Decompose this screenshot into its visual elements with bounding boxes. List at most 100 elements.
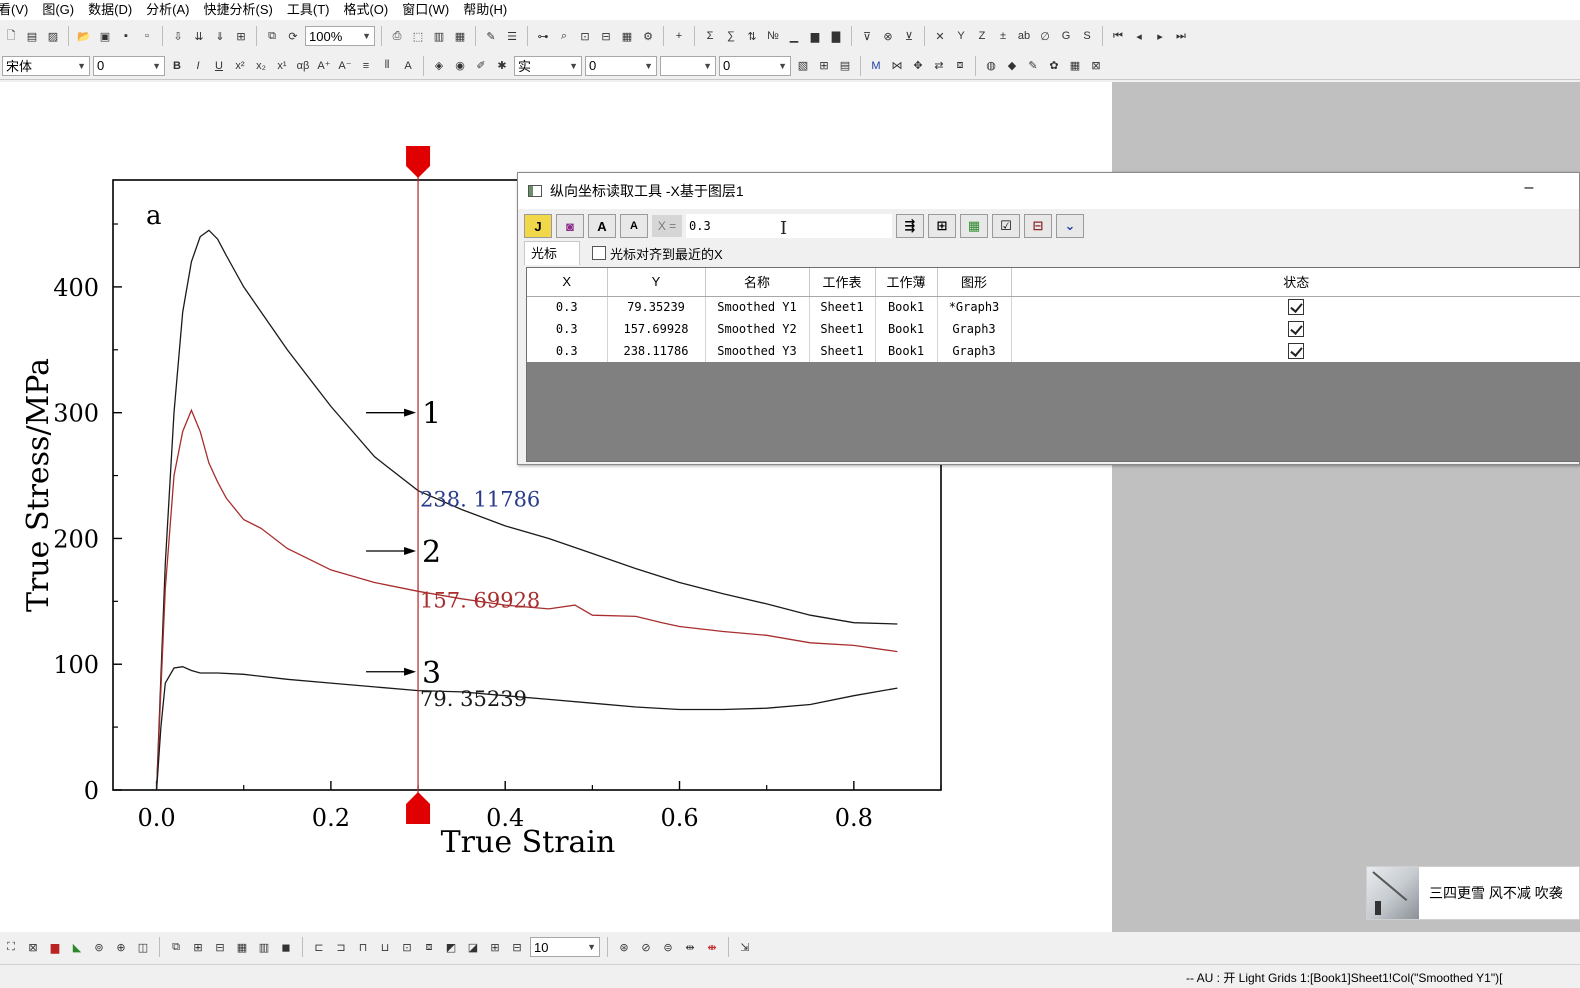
menu-data[interactable]: 数据(D) [82,0,140,20]
layer-icon[interactable]: ⧈ [951,57,969,75]
histogram-icon[interactable]: ▁ [785,27,803,45]
new-project-icon[interactable]: 🗋 [2,27,20,45]
col-header-graph[interactable]: 图形 [937,268,1012,297]
col-header-status[interactable]: 状态 [1011,268,1580,297]
row-numbers-icon[interactable]: № [764,27,782,45]
unmerge-icon[interactable]: ⋈ [888,57,906,75]
import-wizard-icon[interactable]: ⇓ [211,27,229,45]
align-right-icon[interactable]: ⊐ [332,938,350,956]
run-icon[interactable]: ⇶ [896,214,924,238]
font-size-combo[interactable]: 0 ▼ [93,55,165,76]
hatch-icon[interactable]: ▧ [794,57,812,75]
export-to-sheet-icon[interactable]: ▦ [960,214,988,238]
prev-icon[interactable]: ◂ [1130,27,1148,45]
swap-mask-icon[interactable]: ⊜ [659,938,677,956]
area-plot-icon[interactable]: ◣ [68,938,86,956]
clear-icon[interactable]: ✕ [931,27,949,45]
align-left-icon[interactable]: ⊏ [310,938,328,956]
subgroup-icon[interactable]: S [1078,27,1096,45]
screen-reader-icon[interactable]: ⊡ [576,27,594,45]
bar-plot-icon[interactable]: ▆ [46,938,64,956]
results-log-icon[interactable]: ☰ [503,27,521,45]
settings-icon[interactable]: ⊟ [1024,214,1052,238]
calendar-icon[interactable]: ▦ [618,27,636,45]
merge-icon[interactable]: M [867,57,885,75]
next-icon[interactable]: ▸ [1151,27,1169,45]
template-icon[interactable]: ▥ [255,938,273,956]
mask-range-icon[interactable]: ⇹ [681,938,699,956]
add-column-icon[interactable]: + [670,27,688,45]
statistics-plot-icon[interactable]: ⊕ [112,938,130,956]
worksheet-info-icon[interactable]: ⊟ [597,27,615,45]
menu-view[interactable]: 看(V) [0,0,36,20]
first-icon[interactable]: ⏮ [1109,27,1127,45]
import-icon[interactable]: ⇩ [169,27,187,45]
palette-icon[interactable]: ✿ [1045,57,1063,75]
sort-icon[interactable]: ⇅ [743,27,761,45]
3d-plot-icon[interactable]: ◫ [134,938,152,956]
align-icon[interactable]: ≡ [357,57,375,75]
table-row[interactable]: 0.3 157.69928 Smoothed Y2 Sheet1 Book1 G… [527,318,1580,340]
status-checkbox[interactable] [1288,299,1305,316]
pattern-color-icon[interactable]: ◉ [451,57,469,75]
x-value-input[interactable] [686,214,892,238]
object-manager-icon[interactable]: ◍ [982,57,1000,75]
arrange-icon[interactable]: ⊠ [1087,57,1105,75]
import-excel-icon[interactable]: ⊞ [232,27,250,45]
col-header-sheet[interactable]: 工作表 [809,268,876,297]
project-explorer-icon[interactable]: ⊶ [534,27,552,45]
print-icon[interactable]: ⎙ [388,27,406,45]
menu-graph[interactable]: 图(G) [36,0,82,20]
font-color-icon[interactable]: A [399,57,417,75]
new-graph-icon[interactable]: ▨ [44,27,62,45]
mask-point-icon[interactable]: ⇼ [703,938,721,956]
fill-icon[interactable]: ◼ [277,938,295,956]
new-worksheet-icon[interactable]: ▤ [23,27,41,45]
bar-chart-icon[interactable]: ▆ [806,27,824,45]
fill-color-icon[interactable]: ◈ [430,57,448,75]
align-center-icon[interactable]: ⊡ [398,938,416,956]
tab-cursor[interactable]: 光标 [524,241,581,265]
symbol-size-combo[interactable]: 0 ▼ [719,55,791,76]
layout-icon[interactable]: ▥ [430,27,448,45]
layer-tool-icon[interactable]: ⧉ [167,938,185,956]
mask-icon[interactable]: ⊛ [615,938,633,956]
menu-analysis[interactable]: 分析(A) [140,0,197,20]
last-icon[interactable]: ⏭ [1172,27,1190,45]
notes-icon[interactable]: ✎ [482,27,500,45]
table-row[interactable]: 0.3 79.35239 Smoothed Y1 Sheet1 Book1 *G… [527,296,1580,318]
menu-help[interactable]: 帮助(H) [457,0,515,20]
col-header-y[interactable]: Y [607,268,706,297]
subscript-icon[interactable]: x₂ [252,57,270,75]
statistics-icon[interactable]: ∑ [722,27,740,45]
status-checkbox[interactable] [1288,321,1305,337]
import-multiple-icon[interactable]: ⇊ [190,27,208,45]
vertical-cursor[interactable] [406,146,431,824]
filter-icon[interactable]: ⊽ [858,27,876,45]
align-bottom-icon[interactable]: ⊔ [376,938,394,956]
set-y-icon[interactable]: Y [952,27,970,45]
line-style-combo[interactable]: 实 ▼ [514,55,582,76]
color-combo[interactable]: ▼ [660,55,716,76]
export-icon[interactable]: ⬚ [409,27,427,45]
pattern-icon[interactable]: ⦀ [378,57,396,75]
superscript-icon[interactable]: x² [231,57,249,75]
menu-quick-analysis[interactable]: 快捷分析(S) [198,0,281,20]
group-icon[interactable]: G [1057,27,1075,45]
pick-point-icon[interactable]: J [524,214,552,238]
camera-icon[interactable]: ◙ [556,214,584,238]
tool-titlebar[interactable]: 纵向坐标读取工具 -X基于图层1 – [518,173,1579,209]
duplicate-icon[interactable]: ⧉ [263,27,281,45]
save-icon[interactable]: ▪ [117,27,135,45]
back-icon[interactable]: ◪ [464,938,482,956]
align-top-icon[interactable]: ⊓ [354,938,372,956]
line-color-icon[interactable]: ✐ [472,57,490,75]
menu-tools[interactable]: 工具(T) [281,0,338,20]
clear-filter-icon[interactable]: ⊗ [879,27,897,45]
table-icon[interactable]: ▤ [836,57,854,75]
film-icon[interactable]: ▦ [451,27,469,45]
underline-icon[interactable]: U [210,57,228,75]
label-icon[interactable]: ab [1015,27,1033,45]
expand-icon[interactable]: ⌄ [1056,214,1084,238]
snap-to-x-checkbox[interactable]: 光标对齐到最近的X [592,244,723,263]
